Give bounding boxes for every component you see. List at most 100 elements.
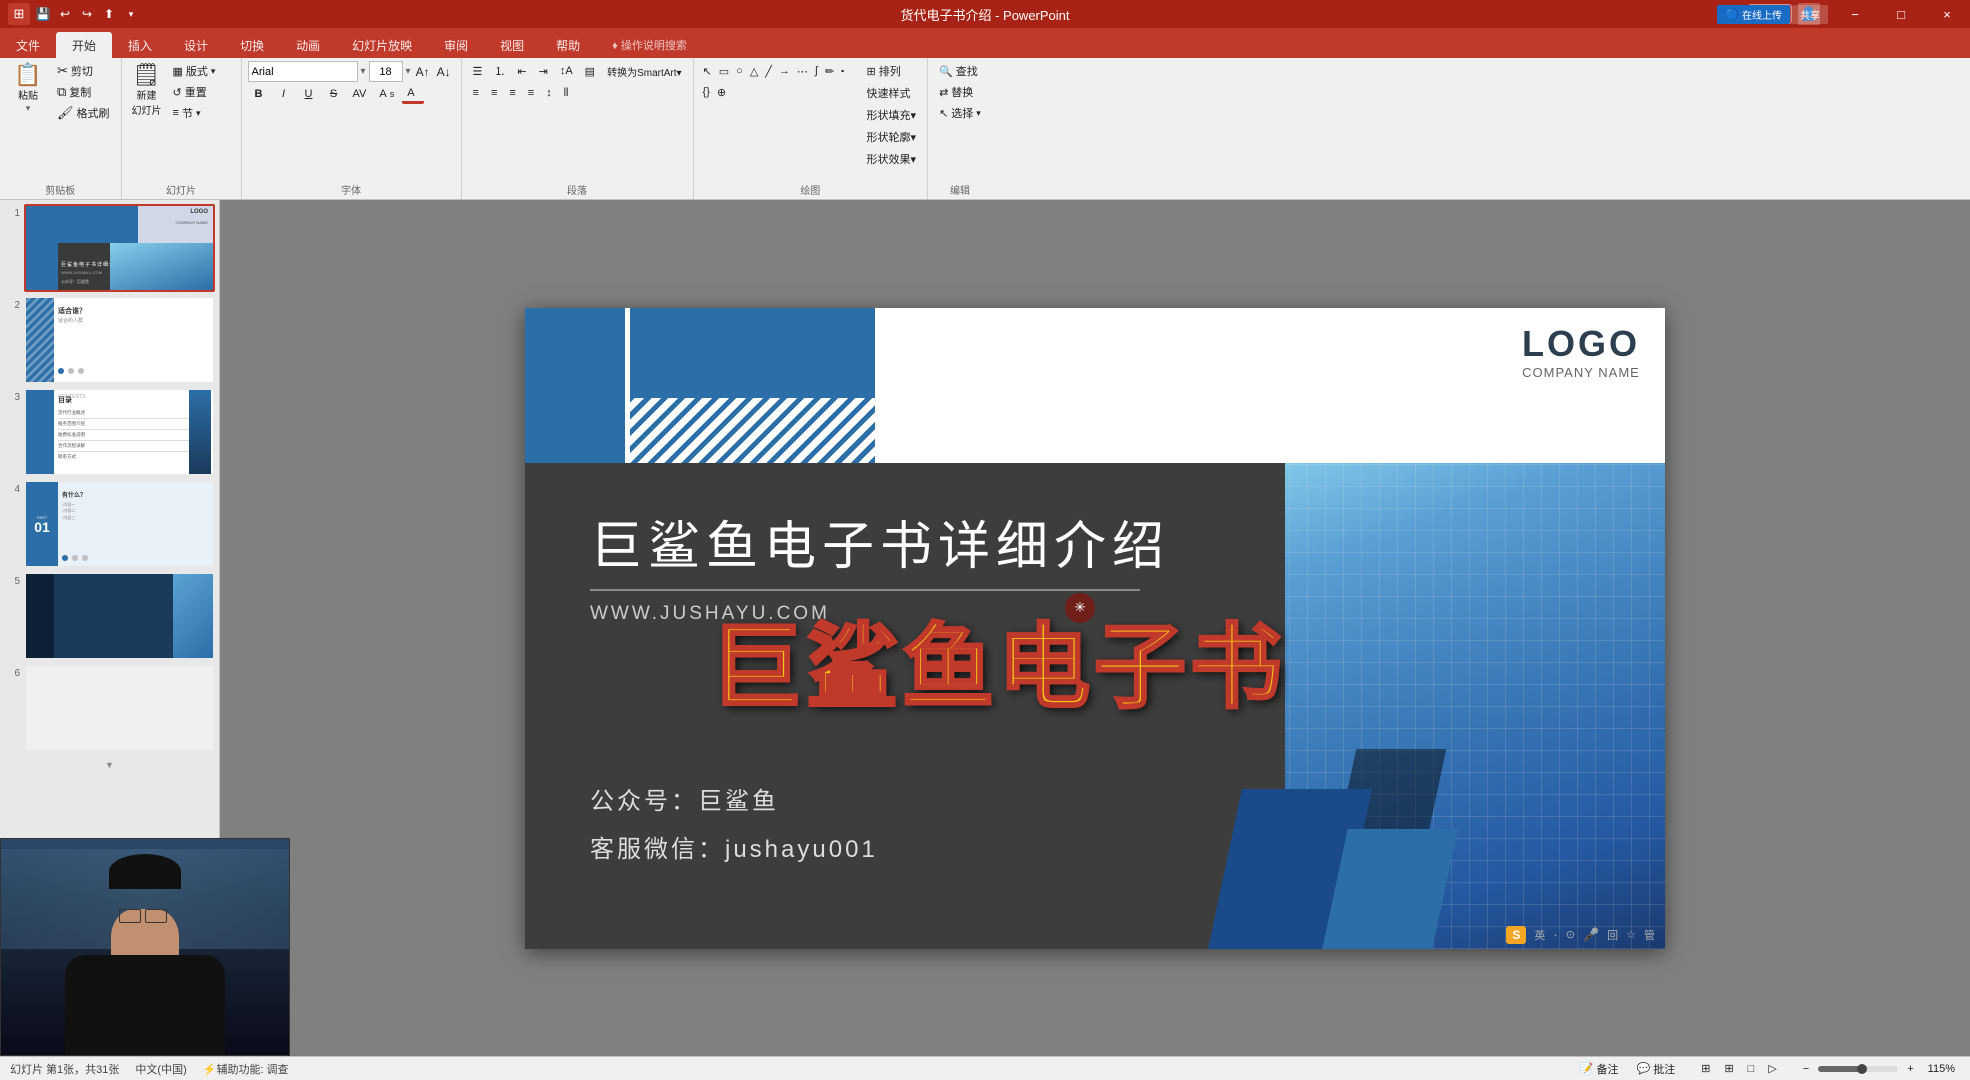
- section-button[interactable]: ≡ 节 ▾: [168, 103, 221, 123]
- tab-home[interactable]: 开始: [56, 32, 112, 58]
- align-text-button[interactable]: ▤: [580, 61, 600, 81]
- strikethrough-button[interactable]: S: [323, 84, 345, 104]
- shape-arrow-button[interactable]: →: [776, 61, 793, 81]
- shape-fill-button[interactable]: 形状填充▾: [862, 105, 922, 125]
- convert-smartart-button[interactable]: 转换为SmartArt▾: [602, 61, 686, 81]
- slide-thumb-6[interactable]: 6: [4, 664, 215, 752]
- comments-button[interactable]: 💬 批注: [1632, 1059, 1681, 1079]
- increase-indent-button[interactable]: ⇥: [534, 61, 553, 81]
- format-painter-button[interactable]: 🖌 格式刷: [52, 103, 115, 123]
- slide-thumb-1[interactable]: 1 LOGO COMPANY NAME 巨鲨鱼电子书详细介绍 WWW.JUSHA…: [4, 204, 215, 292]
- decrease-indent-button[interactable]: ⇤: [512, 61, 531, 81]
- zoom-percent[interactable]: 115%: [1923, 1059, 1960, 1079]
- find-button[interactable]: 🔍 查找: [934, 61, 986, 81]
- tab-file[interactable]: 文件: [0, 32, 56, 58]
- tab-insert[interactable]: 插入: [112, 32, 168, 58]
- slide-info-container[interactable]: 公众号：巨鲨鱼 客服微信：jushayu001: [590, 778, 878, 874]
- underline-button[interactable]: U: [298, 84, 320, 104]
- undo-icon[interactable]: ↩: [56, 5, 74, 23]
- maximize-button[interactable]: □: [1878, 0, 1924, 28]
- online-upload-button[interactable]: 🔵 在线上传: [1717, 5, 1790, 24]
- slide-thumb-2[interactable]: 2 适合谁？ 适合的人群: [4, 296, 215, 384]
- font-family-arrow[interactable]: ▾: [361, 66, 366, 77]
- slideshow-view-button[interactable]: ▷: [1763, 1059, 1781, 1079]
- reset-button[interactable]: ↺ 重置: [168, 82, 221, 102]
- status-bar-left: 幻灯片 第1张，共31张 中文(中国) ⚡辅助功能: 调查: [10, 1061, 289, 1077]
- reading-view-button[interactable]: □: [1743, 1059, 1760, 1079]
- font-size-input[interactable]: [369, 61, 403, 82]
- slide-sorter-button[interactable]: ⊞: [1719, 1059, 1738, 1079]
- zoom-slider[interactable]: [1818, 1066, 1898, 1072]
- shape-triangle-button[interactable]: △: [747, 61, 761, 81]
- slide-thumb-5[interactable]: 5: [4, 572, 215, 660]
- shape-more-button[interactable]: ⋯: [794, 61, 811, 81]
- align-right-button[interactable]: ≡: [504, 83, 520, 103]
- new-slide-button[interactable]: 🗒 新建幻灯片: [128, 61, 166, 120]
- shape-circle-button[interactable]: ○: [733, 61, 746, 81]
- bold-button[interactable]: B: [248, 84, 270, 104]
- tab-review[interactable]: 审阅: [428, 32, 484, 58]
- copy-button[interactable]: ⧉ 复制: [52, 82, 115, 102]
- font-family-input[interactable]: [248, 61, 358, 82]
- tab-view[interactable]: 视图: [484, 32, 540, 58]
- canvas-area[interactable]: LOGO COMPANY NAME 巨鲨鱼电子书详细介绍: [220, 200, 1970, 1056]
- decrease-font-button[interactable]: A↓: [435, 62, 453, 82]
- upload-icon[interactable]: ⬆: [100, 5, 118, 23]
- paste-button[interactable]: 📋 粘贴 ▾: [6, 61, 50, 117]
- quick-styles-button[interactable]: 快速样式: [862, 83, 922, 103]
- redo-icon[interactable]: ↪: [78, 5, 96, 23]
- shape-effects-button[interactable]: 形状效果▾: [862, 149, 922, 169]
- close-button[interactable]: ×: [1924, 0, 1970, 28]
- line-spacing-button[interactable]: ↕: [541, 83, 557, 103]
- zoom-out-button[interactable]: −: [1798, 1059, 1814, 1079]
- share-button[interactable]: 共享: [1792, 5, 1828, 24]
- normal-view-button[interactable]: ⊞: [1696, 1059, 1715, 1079]
- shape-freeform-button[interactable]: ✏: [822, 61, 837, 81]
- status-bar-right: 📝 备注 💬 批注 ⊞ ⊞ □ ▷ − + 115%: [1575, 1059, 1960, 1079]
- slide-thumb-3[interactable]: 3 目录 CONTENTS 货代行业概述 服务范围介绍 收费标准说明 合作流程详…: [4, 388, 215, 476]
- char-spacing-button[interactable]: AV: [348, 84, 372, 104]
- align-center-button[interactable]: ≡: [486, 83, 502, 103]
- tab-search[interactable]: ♦ 操作说明搜索: [596, 32, 703, 58]
- tab-transitions[interactable]: 切换: [224, 32, 280, 58]
- shape-outline-button[interactable]: 形状轮廓▾: [862, 127, 922, 147]
- office-icon[interactable]: ⊞: [8, 3, 30, 25]
- minimize-button[interactable]: −: [1832, 0, 1878, 28]
- replace-button[interactable]: ⇄ 替换: [934, 82, 986, 102]
- shape-extra-button[interactable]: ⊕: [714, 82, 729, 102]
- shape-curve-button[interactable]: ∫: [812, 61, 821, 81]
- notes-button[interactable]: 📝 备注: [1575, 1059, 1624, 1079]
- arrange-button[interactable]: ⊞ 排列: [862, 61, 922, 81]
- tab-animations[interactable]: 动画: [280, 32, 336, 58]
- numbered-list-button[interactable]: ⒈: [489, 61, 510, 81]
- dropdown-arrow-icon[interactable]: ▾: [122, 5, 140, 23]
- shape-select-button[interactable]: ↖: [700, 61, 715, 81]
- slides-tools: 🗒 新建幻灯片 ▦ 版式 ▾ ↺ 重置 ≡ 节: [128, 61, 235, 183]
- increase-font-button[interactable]: A↑: [414, 62, 432, 82]
- cut-button[interactable]: ✂ 剪切: [52, 61, 115, 81]
- circle-icon: ⊙: [1566, 928, 1575, 941]
- bullet-list-button[interactable]: ☰: [468, 61, 488, 81]
- shape-callout-button[interactable]: ⬝: [838, 61, 847, 81]
- shape-rect-button[interactable]: ▭: [716, 61, 732, 81]
- align-left-button[interactable]: ≡: [468, 83, 484, 103]
- tab-slideshow[interactable]: 幻灯片放映: [336, 32, 428, 58]
- italic-button[interactable]: I: [273, 84, 295, 104]
- select-button[interactable]: ↖ 选择 ▾: [934, 103, 986, 123]
- tab-help[interactable]: 帮助: [540, 32, 596, 58]
- save-icon[interactable]: 💾: [34, 5, 52, 23]
- zoom-in-button[interactable]: +: [1902, 1059, 1918, 1079]
- justify-button[interactable]: ≡: [523, 83, 539, 103]
- layout-label: 版式: [186, 63, 208, 79]
- text-shadow-button[interactable]: As: [374, 84, 399, 104]
- slide-thumb-4[interactable]: 4 PART 01 有什么？ ·内容一 ·内容二 ·内容三: [4, 480, 215, 568]
- tab-design[interactable]: 设计: [168, 32, 224, 58]
- columns-button[interactable]: ⫴: [559, 83, 574, 103]
- layout-button[interactable]: ▦ 版式 ▾: [168, 61, 221, 81]
- font-color-button[interactable]: A: [402, 84, 424, 104]
- font-size-arrow[interactable]: ▾: [406, 66, 411, 77]
- text-direction-button[interactable]: ↕A: [555, 61, 578, 81]
- shape-bracket-button[interactable]: {}: [700, 82, 713, 102]
- slide-canvas[interactable]: LOGO COMPANY NAME 巨鲨鱼电子书详细介绍: [525, 308, 1665, 949]
- shape-line-button[interactable]: ╱: [762, 61, 775, 81]
